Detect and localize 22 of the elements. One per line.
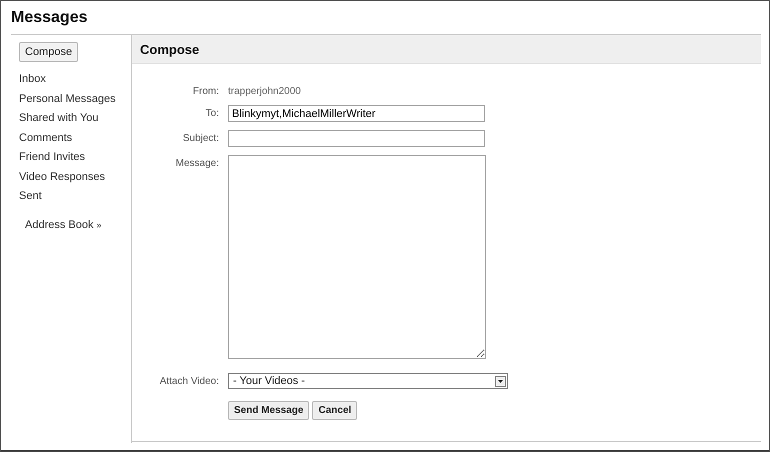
form-button[interactable]: Cancel [312,401,358,420]
subject-field[interactable] [228,130,485,147]
to-field[interactable]: Blinkymyt,MichaelMillerWriter [228,105,485,122]
panel-title: Compose [140,42,200,56]
sidebar-item[interactable]: Shared with You [19,109,99,128]
address-book-link[interactable]: Address Book » [25,218,102,230]
sidebar-item[interactable]: Friend Invites [19,148,86,168]
compose-button[interactable]: Compose [19,42,78,62]
sidebar-item[interactable]: Video Responses [19,168,106,187]
message-field[interactable] [228,155,486,359]
form-button[interactable]: Send Message [228,401,310,420]
field-label: Subject: [182,133,219,144]
field-label: Attach Video: [160,376,219,386]
sidebar-item[interactable]: Inbox [19,70,46,90]
sidebar-item[interactable]: Comments [19,128,72,148]
sender-name: trapperjohn2000 [228,86,301,97]
sidebar-item[interactable]: Sent [19,187,42,206]
video-dropdown[interactable]: - Your Videos - [228,373,508,389]
sidebar-item[interactable]: Personal Messages [19,90,116,109]
field-label: To: [206,108,219,119]
field-label: Message: [176,158,219,169]
field-label: From: [192,86,219,97]
